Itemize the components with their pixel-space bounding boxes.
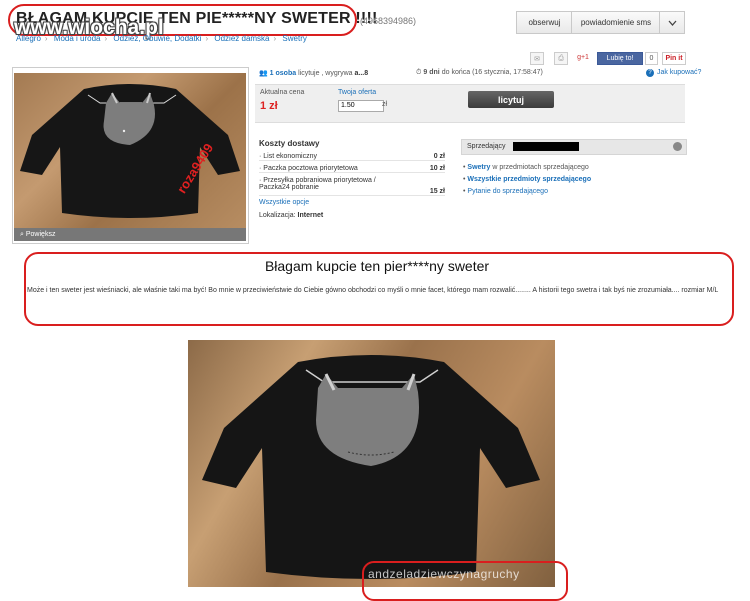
- chevron-down-icon: [668, 20, 676, 26]
- location: Lokalizacja: Internet: [259, 212, 323, 219]
- bidders-info: 👥 1 osoba licytuje , wygrywa a...8: [259, 69, 368, 77]
- all-shipping-options-link[interactable]: Wszystkie opcje: [259, 199, 309, 206]
- gplus-button[interactable]: g+1: [576, 52, 590, 63]
- zoom-bar[interactable]: ⌕ Powiększ: [14, 228, 246, 241]
- shipping-row: · List ekonomiczny 0 zł: [259, 153, 445, 161]
- how-to-buy-link[interactable]: ? Jak kupować?: [646, 69, 701, 77]
- seller-header: Sprzedający: [461, 139, 687, 155]
- shipping-row: · Przesyłka pobraniowa priorytetowa / Pa…: [259, 177, 445, 196]
- shipping-price: 15 zł: [429, 188, 445, 195]
- time-left-text: do końca (16 stycznia, 17:58:47): [441, 69, 543, 76]
- seller-link-question[interactable]: • Pytanie do sprzedającego: [463, 186, 591, 198]
- facebook-like-count: 0: [645, 52, 658, 65]
- shipping-row: · Paczka pocztowa priorytetowa 10 zł: [259, 165, 445, 173]
- pinterest-button[interactable]: Pin it: [662, 52, 686, 65]
- shipping-price: 10 zł: [429, 165, 445, 172]
- bid-button[interactable]: licytuj: [468, 91, 554, 108]
- photo-watermark: andzeladziewczynagruchy: [368, 567, 520, 581]
- watch-button[interactable]: obserwuj: [516, 11, 573, 34]
- collapse-icon[interactable]: [673, 142, 682, 151]
- breadcrumb-moda[interactable]: Moda i uroda: [54, 34, 101, 43]
- breadcrumb-allegro[interactable]: Allegro: [16, 34, 41, 43]
- seller-link-all-items[interactable]: • Wszystkie przedmioty sprzedającego: [463, 174, 591, 186]
- shipping-label: · List ekonomiczny: [259, 153, 317, 160]
- help-icon: ?: [646, 69, 654, 77]
- breadcrumb-odziez-obuwie[interactable]: Odzież, Obuwie, Dodatki: [113, 34, 201, 43]
- time-left-days: 9 dni: [423, 69, 440, 76]
- facebook-like-button[interactable]: Lubię to!: [597, 52, 643, 65]
- how-to-buy-label: Jak kupować?: [657, 69, 702, 76]
- sweater-large-image: [202, 355, 540, 579]
- item-id: (4968394986): [360, 16, 417, 26]
- winner-name: a...8: [354, 70, 369, 77]
- breadcrumb-swetry[interactable]: Swetry: [282, 34, 306, 43]
- shipping-price: 0 zł: [433, 153, 445, 160]
- breadcrumb: Allegro › Moda i uroda › Odzież, Obuwie, D…: [16, 34, 307, 43]
- location-value: Internet: [297, 212, 324, 219]
- description-text: Może i ten sweter jest wieśniacki, ale w…: [27, 287, 719, 294]
- seller-name-redacted: [513, 142, 579, 151]
- zoom-icon: ⌕: [20, 231, 24, 238]
- seller-label: Sprzedający: [467, 143, 506, 150]
- shipping-label: · Przesyłka pobraniowa priorytetowa / Pa…: [259, 177, 376, 191]
- bidders-icon: 👥: [259, 70, 268, 77]
- offer-input[interactable]: [338, 100, 384, 112]
- shipping-title: Koszty dostawy: [259, 139, 320, 148]
- description-photo: [188, 340, 555, 587]
- clock-icon: ⏱: [416, 69, 422, 76]
- current-price: 1 zł: [260, 100, 278, 112]
- more-options-button[interactable]: [659, 11, 685, 34]
- shipping-label: · Paczka pocztowa priorytetowa: [259, 165, 358, 172]
- zoom-label: Powiększ: [25, 231, 56, 238]
- facebook-like-label: Lubię to!: [606, 55, 634, 62]
- current-price-label: Aktualna cena: [260, 89, 305, 96]
- time-left: ⏱ 9 dni do końca (16 stycznia, 17:58:47): [416, 69, 543, 77]
- location-label: Lokalizacja:: [259, 212, 296, 219]
- bidders-count[interactable]: 1 osoba: [270, 70, 296, 77]
- bidders-text: licytuje , wygrywa: [298, 70, 353, 77]
- email-share-icon[interactable]: ✉: [530, 52, 544, 65]
- sms-notify-button[interactable]: powiadomienie sms: [571, 11, 661, 34]
- breadcrumb-odziez-damska[interactable]: Odzież damska: [214, 34, 269, 43]
- seller-links: • Swetry w przedmiotach sprzedającego • …: [463, 162, 591, 198]
- seller-link-swetry[interactable]: • Swetry w przedmiotach sprzedającego: [463, 162, 591, 174]
- description-title: Błagam kupcie ten pier****ny sweter: [264, 258, 490, 274]
- print-icon[interactable]: ⎙: [554, 52, 568, 65]
- offer-label: Twoja oferta: [338, 89, 377, 96]
- offer-unit: zł: [382, 101, 388, 108]
